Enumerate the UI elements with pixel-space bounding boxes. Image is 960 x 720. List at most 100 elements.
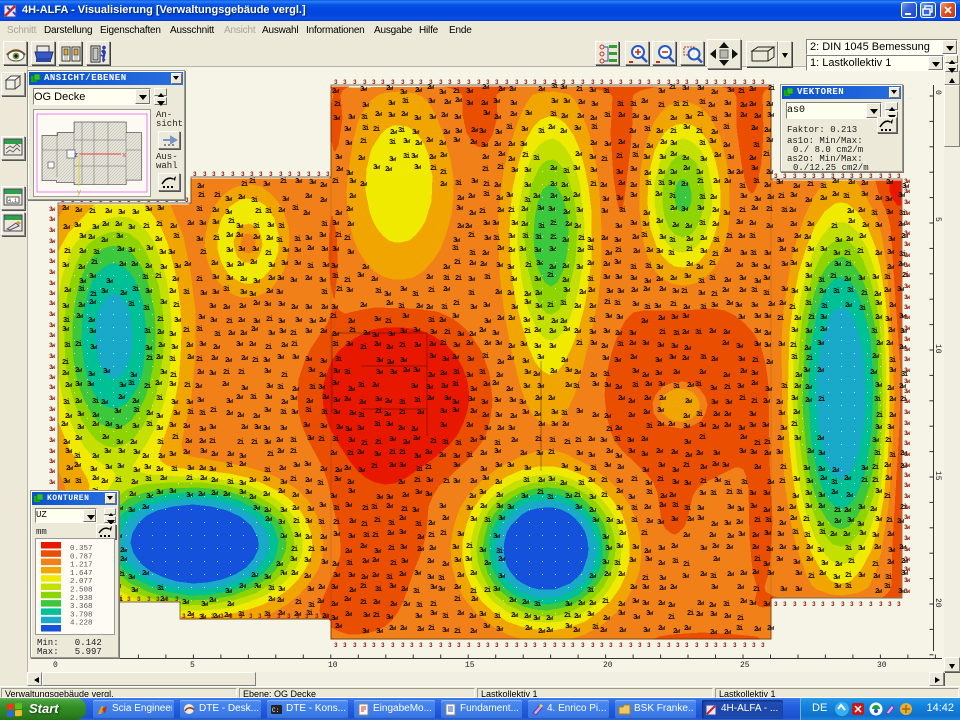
svg-text:3w: 3w — [904, 325, 911, 332]
svg-text:30: 30 — [877, 661, 887, 670]
svg-text:3i: 3i — [280, 409, 287, 417]
svg-text:3i: 3i — [157, 439, 164, 447]
svg-text:3w: 3w — [904, 378, 911, 385]
svg-text:2i: 2i — [385, 318, 392, 326]
svg-text:2i: 2i — [791, 421, 798, 429]
svg-text:2i: 2i — [737, 615, 744, 623]
svg-text:3i: 3i — [290, 437, 297, 445]
svg-text:3i: 3i — [549, 437, 556, 445]
svg-text:2i: 2i — [293, 518, 300, 526]
svg-text:3i: 3i — [889, 357, 896, 365]
svg-text:3: 3 — [888, 601, 892, 608]
svg-text:3i: 3i — [547, 494, 554, 502]
svg-text:3: 3 — [429, 642, 433, 649]
svg-text:3w: 3w — [904, 556, 911, 563]
svg-text:3i: 3i — [128, 380, 135, 388]
svg-text:3: 3 — [401, 642, 405, 649]
svg-text:3i: 3i — [672, 502, 679, 510]
svg-text:2i: 2i — [884, 493, 891, 501]
svg-text:2i: 2i — [468, 232, 475, 240]
svg-text:3i: 3i — [142, 274, 149, 282]
svg-text:2i: 2i — [373, 612, 380, 620]
svg-text:2i: 2i — [547, 272, 554, 280]
svg-text:3w: 3w — [49, 322, 56, 329]
svg-text:3w: 3w — [49, 311, 56, 318]
svg-text:3i: 3i — [277, 384, 284, 392]
svg-text:2i: 2i — [444, 329, 451, 337]
svg-text:2i: 2i — [64, 248, 71, 256]
svg-text:3i: 3i — [845, 545, 852, 553]
svg-text:3i: 3i — [646, 423, 653, 431]
svg-text:3: 3 — [841, 601, 845, 608]
svg-text:2.077: 2.077 — [70, 578, 93, 586]
svg-text:2i: 2i — [428, 532, 435, 540]
svg-text:3i: 3i — [819, 529, 826, 537]
svg-text:2i: 2i — [62, 359, 69, 367]
svg-text:3i: 3i — [874, 450, 881, 458]
svg-text:3i: 3i — [375, 586, 382, 594]
svg-text:3i: 3i — [399, 399, 406, 407]
svg-text:3: 3 — [879, 601, 883, 608]
svg-text:2i: 2i — [115, 477, 122, 485]
svg-text:2i: 2i — [91, 259, 98, 267]
svg-text:3w: 3w — [904, 514, 911, 521]
svg-text:2i: 2i — [848, 558, 855, 566]
svg-text:3i: 3i — [494, 440, 501, 448]
svg-text:2i: 2i — [876, 412, 883, 420]
svg-text:2i: 2i — [360, 344, 367, 352]
svg-text:3i: 3i — [699, 220, 706, 228]
svg-text:3w: 3w — [49, 384, 56, 391]
svg-text:3i: 3i — [199, 410, 206, 418]
svg-text:2i: 2i — [602, 598, 609, 606]
svg-text:3i: 3i — [736, 489, 743, 497]
svg-text:3i: 3i — [884, 583, 891, 591]
svg-text:2i: 2i — [362, 505, 369, 513]
svg-text:3i: 3i — [871, 210, 878, 218]
svg-text:3i: 3i — [344, 369, 351, 377]
svg-text:3w: 3w — [49, 468, 56, 475]
svg-text:2i: 2i — [808, 573, 815, 581]
svg-text:2i: 2i — [399, 409, 406, 417]
svg-text:3w: 3w — [904, 451, 911, 458]
svg-text:3i: 3i — [534, 601, 541, 609]
svg-text:2i: 2i — [265, 250, 272, 258]
svg-text:3i: 3i — [317, 480, 324, 488]
svg-text:2i: 2i — [564, 439, 571, 447]
svg-text:3i: 3i — [699, 99, 706, 107]
svg-text:3: 3 — [457, 642, 461, 649]
svg-text:3i: 3i — [78, 286, 85, 294]
svg-text:3i: 3i — [64, 342, 71, 350]
svg-text:x: x — [122, 152, 126, 160]
svg-text:3i: 3i — [144, 328, 151, 336]
svg-text:3: 3 — [372, 642, 376, 649]
svg-text:3: 3 — [685, 642, 689, 649]
svg-text:2i: 2i — [699, 434, 706, 442]
svg-text:2i: 2i — [803, 516, 810, 524]
svg-text:3: 3 — [505, 642, 509, 649]
svg-text:2i: 2i — [360, 599, 367, 607]
svg-text:2i: 2i — [118, 571, 125, 579]
svg-text:3i: 3i — [321, 289, 328, 297]
svg-text:3w: 3w — [904, 252, 911, 259]
svg-text:2i: 2i — [818, 396, 825, 404]
svg-text:2i: 2i — [280, 178, 287, 186]
svg-text:2i: 2i — [428, 287, 435, 295]
svg-text:2i: 2i — [371, 463, 378, 471]
svg-text:3.798: 3.798 — [70, 611, 93, 619]
svg-text:3w: 3w — [49, 374, 56, 381]
svg-text:2i: 2i — [739, 395, 746, 403]
svg-text:2i: 2i — [265, 344, 272, 352]
svg-text:3i: 3i — [698, 278, 705, 286]
svg-text:3i: 3i — [452, 245, 459, 253]
svg-text:2i: 2i — [186, 475, 193, 483]
svg-text:3i: 3i — [668, 250, 675, 258]
svg-text:3i: 3i — [333, 505, 340, 513]
svg-text:3i: 3i — [63, 399, 70, 407]
svg-text:10: 10 — [328, 661, 338, 670]
svg-text:3i: 3i — [63, 317, 70, 325]
svg-text:2i: 2i — [709, 260, 716, 268]
svg-text:3: 3 — [515, 642, 519, 649]
svg-text:2i: 2i — [482, 166, 489, 174]
svg-text:3i: 3i — [695, 329, 702, 337]
svg-text:3i: 3i — [309, 384, 316, 392]
